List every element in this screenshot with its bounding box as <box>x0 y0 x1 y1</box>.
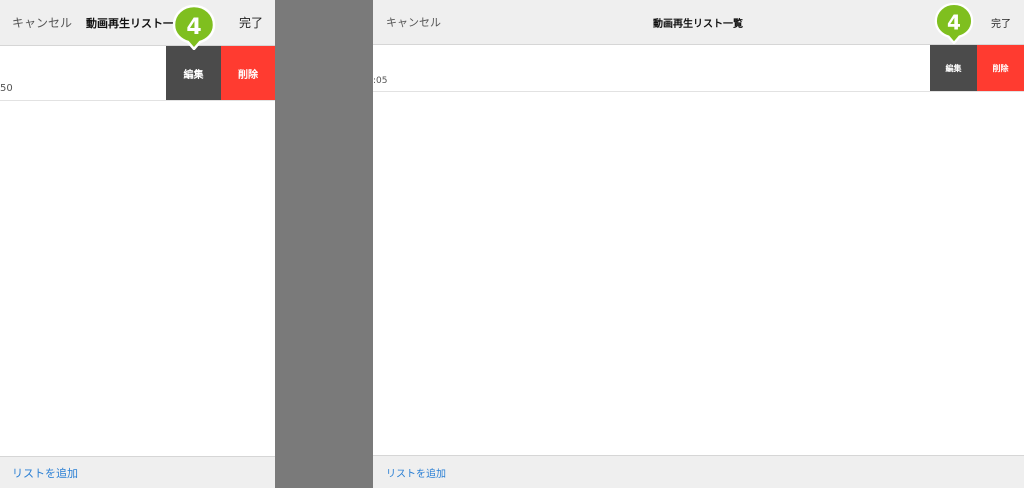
done-button[interactable]: 完了 <box>239 0 263 45</box>
page-title: 動画再生リスト一 <box>86 16 174 30</box>
callout-number: 4 <box>186 15 201 40</box>
step-callout-badge: 4 <box>172 4 216 50</box>
page-title: 動画再生リスト一覧 <box>653 18 743 30</box>
cancel-button[interactable]: キャンセル <box>12 0 72 45</box>
navigation-bar: キャンセル 動画再生リスト一覧 完了 <box>373 0 1024 45</box>
footer-toolbar: リストを追加 <box>0 456 275 488</box>
edit-button-label: 編集 <box>183 69 204 81</box>
callout-pin-icon: 4 <box>934 2 974 44</box>
row-duration-text: 50 <box>0 83 13 94</box>
row-duration-text: :05 <box>373 76 388 86</box>
delete-button[interactable]: 削除 <box>221 46 275 100</box>
playlist-row[interactable]: :05 編集 削除 <box>373 45 1024 92</box>
step-callout-badge: 4 <box>934 2 974 44</box>
done-button[interactable]: 完了 <box>991 0 1011 44</box>
left-screenshot-panel: キャンセル 動画再生リスト一 完了 50 編集 削除 リストを追加 4 <box>0 0 275 488</box>
edit-button[interactable]: 編集 <box>930 45 977 91</box>
callout-pin-icon: 4 <box>172 4 216 50</box>
delete-button[interactable]: 削除 <box>977 45 1024 91</box>
playlist-row[interactable]: 50 編集 削除 <box>0 46 275 101</box>
edit-button-label: 編集 <box>945 63 962 73</box>
cancel-button[interactable]: キャンセル <box>386 0 441 44</box>
edit-button[interactable]: 編集 <box>166 46 221 100</box>
navigation-bar: キャンセル 動画再生リスト一 完了 <box>0 0 275 46</box>
right-screenshot-panel: キャンセル 動画再生リスト一覧 完了 :05 編集 削除 リストを追加 4 <box>373 0 1024 488</box>
delete-button-label: 削除 <box>992 63 1009 73</box>
callout-number: 4 <box>947 10 961 34</box>
footer-toolbar: リストを追加 <box>373 455 1024 488</box>
delete-button-label: 削除 <box>238 69 258 81</box>
add-list-link[interactable]: リストを追加 <box>12 457 78 488</box>
add-list-link[interactable]: リストを追加 <box>386 456 446 488</box>
